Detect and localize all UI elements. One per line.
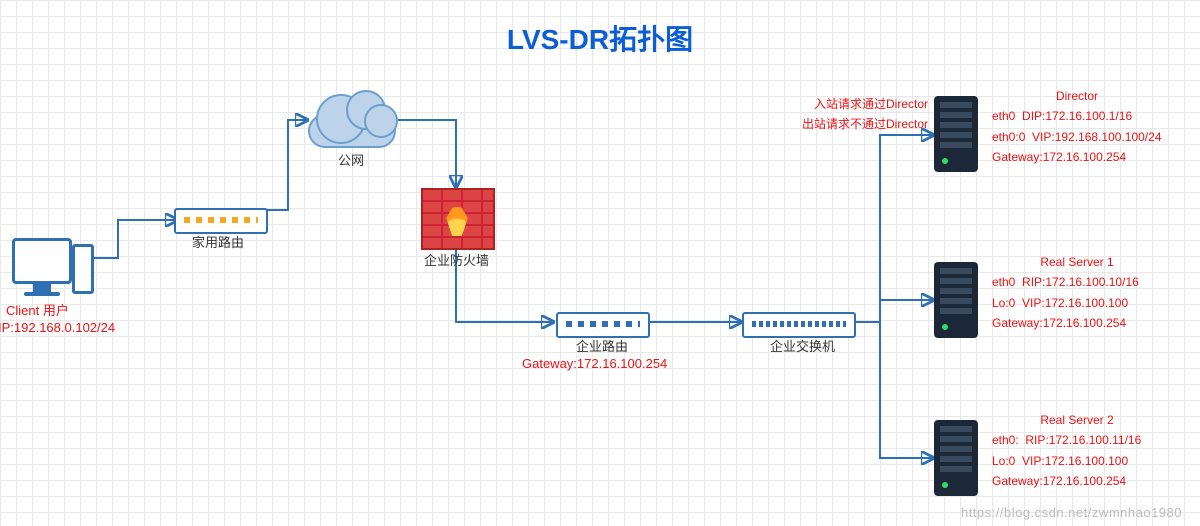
client-ip: IP:192.168.0.102/24 <box>0 320 115 335</box>
home-router-label: 家用路由 <box>192 232 244 251</box>
enterprise-switch-label: 企业交换机 <box>770 336 835 355</box>
server-info-rs2: Real Server 2 eth0: RIP:172.16.100.11/16… <box>992 410 1162 492</box>
server-info-director: Director eth0 DIP:172.16.100.1/16 eth0:0… <box>992 86 1162 168</box>
server-info-rs1: Real Server 1 eth0 RIP:172.16.100.10/16 … <box>992 252 1162 334</box>
watermark: https://blog.csdn.net/zwmnhao1980 <box>961 505 1182 520</box>
cloud-icon <box>306 90 398 146</box>
client-computer-icon <box>12 238 72 296</box>
cloud-label: 公网 <box>338 150 364 169</box>
diagram-title: LVS-DR拓扑图 <box>0 18 1200 58</box>
server-name: Real Server 2 <box>992 410 1162 430</box>
server-icon-rs1 <box>934 262 978 338</box>
client-label: Client 用户 <box>6 300 69 319</box>
enterprise-switch-icon <box>742 312 856 338</box>
director-note: 入站请求通过Director 出站请求不通过Director <box>802 94 928 135</box>
enterprise-router-icon <box>556 312 650 338</box>
director-note-line2: 出站请求不通过Director <box>802 114 928 134</box>
enterprise-router-label: 企业路由 <box>576 336 628 355</box>
server-name: Real Server 1 <box>992 252 1162 272</box>
firewall-label: 企业防火墙 <box>424 250 489 269</box>
firewall-icon <box>421 188 495 250</box>
server-icon-rs2 <box>934 420 978 496</box>
server-name: Director <box>992 86 1162 106</box>
enterprise-router-gateway: Gateway:172.16.100.254 <box>522 356 667 371</box>
home-router-icon <box>174 208 268 234</box>
director-note-line1: 入站请求通过Director <box>802 94 928 114</box>
server-icon-director <box>934 96 978 172</box>
